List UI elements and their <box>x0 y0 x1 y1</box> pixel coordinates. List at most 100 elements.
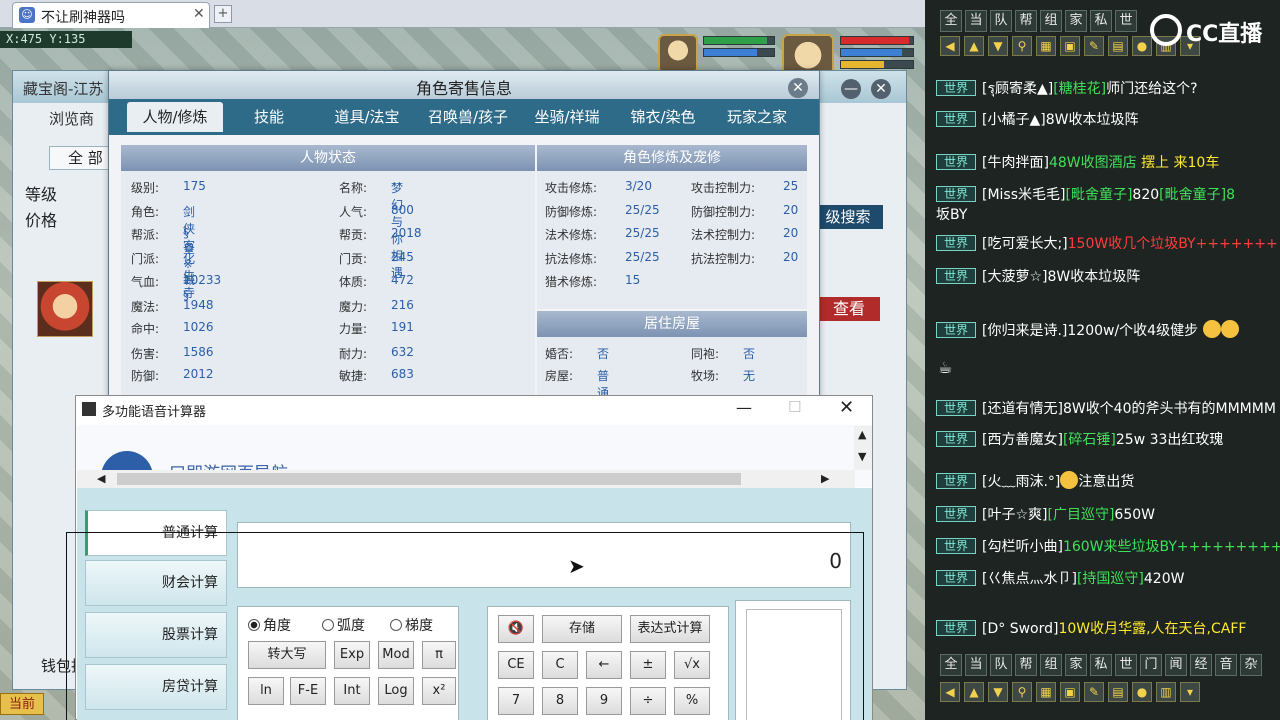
tab-outfits[interactable]: 锦衣/染色 <box>615 102 711 132</box>
chat-toolbar-bottom: ◀ ▲ ▼ ⚲ ▦ ▣ ✎ ▤ ● ▥ ▾ <box>940 682 1240 704</box>
minimize-button[interactable]: — <box>736 398 752 417</box>
chat-message: 世界[勾栏听小曲]160W来些垃圾BY++++++++++++ <box>936 536 1280 556</box>
scroll-thumb[interactable] <box>117 473 741 485</box>
character-avatar[interactable] <box>37 281 93 337</box>
channel-tab-family[interactable]: 家 <box>1065 10 1087 32</box>
chat-message: 世界 [巜焦点灬水卩][持国巡守]420W <box>936 568 1280 588</box>
stat-row: 伤害: 1586 <box>131 345 214 361</box>
channel-tab-exp[interactable]: 经 <box>1190 654 1212 676</box>
channel-tab-group[interactable]: 组 <box>1040 10 1062 32</box>
channel-tab-news[interactable]: 闻 <box>1165 654 1187 676</box>
scroll-left-icon[interactable]: ◀ <box>97 472 105 485</box>
grid-icon[interactable]: ▦ <box>1036 36 1056 56</box>
chat-message: 世界 [Miss米毛毛][毗舍童子]820[毗舍童子]8 <box>936 184 1280 204</box>
channel-tab-private[interactable]: 私 <box>1090 10 1112 32</box>
arrow-down-icon[interactable]: ▼ <box>988 36 1008 56</box>
folder-icon[interactable]: ▤ <box>1108 682 1128 702</box>
tab-items[interactable]: 道具/法宝 <box>321 102 413 132</box>
house-panel <box>537 337 807 401</box>
channel-tab-all[interactable]: 全 <box>940 10 962 32</box>
stat-row: 名称: 梦幻与你相遇 <box>339 181 404 280</box>
tab-mounts[interactable]: 坐骑/祥瑞 <box>519 102 615 132</box>
status-panel-header: 人物状态 <box>121 145 535 171</box>
tab-title: 不让刷神器吗 <box>41 10 125 26</box>
browser-tab[interactable]: ☺ 不让刷神器吗 ✕ <box>12 2 210 28</box>
horizontal-scrollbar[interactable]: ◀ ▶ <box>77 470 855 488</box>
cc-logo-icon <box>1150 14 1182 46</box>
house-row: 同袍: 否 <box>691 347 756 361</box>
channel-tab-group[interactable]: 组 <box>1040 654 1062 676</box>
channel-tab-world[interactable]: 世 <box>1115 654 1137 676</box>
maximize-button[interactable]: ☐ <box>788 398 801 416</box>
search-icon[interactable]: ⚲ <box>1012 682 1032 702</box>
view-button[interactable]: 查看 <box>818 297 880 321</box>
all-filter-button[interactable]: 全 部 <box>49 146 117 170</box>
cultivation-row: 法术修炼: 25/25 <box>545 226 660 242</box>
bubble-icon[interactable]: ● <box>1132 682 1152 702</box>
channel-tab-family[interactable]: 家 <box>1065 654 1087 676</box>
tab-close-icon[interactable]: ✕ <box>193 6 205 22</box>
scroll-up-icon[interactable]: ▲ <box>858 428 866 441</box>
chat-message: 坂BY <box>936 207 968 223</box>
advanced-search-button[interactable]: 级搜索 <box>813 205 883 229</box>
card-icon[interactable]: ▥ <box>1156 682 1176 702</box>
stat-row: 门贡: 245 <box>339 250 414 266</box>
close-circle-icon[interactable]: ✕ <box>871 79 891 99</box>
channel-tab-world[interactable]: 世 <box>1115 10 1137 32</box>
pet-mp-bar <box>703 48 775 57</box>
channel-tab-guild[interactable]: 帮 <box>1015 10 1037 32</box>
level-label: 等级 <box>25 185 58 204</box>
channel-tab-sound[interactable]: 音 <box>1215 654 1237 676</box>
bubble-icon[interactable]: ● <box>1132 36 1152 56</box>
calculator-title-bar[interactable]: 多功能语音计算器 — ☐ ✕ <box>76 396 872 424</box>
stat-row: 防御: 2012 <box>131 367 214 383</box>
arrow-up-icon[interactable]: ▲ <box>964 36 984 56</box>
arrow-left-icon[interactable]: ◀ <box>940 682 960 702</box>
tab-skills[interactable]: 技能 <box>233 102 305 132</box>
stat-row: 门派: 化生寺 <box>131 252 196 300</box>
tab-summons[interactable]: 召唤兽/孩子 <box>415 102 521 132</box>
channel-tab-current[interactable]: 当 <box>965 654 987 676</box>
dropdown-icon[interactable]: ▾ <box>1180 682 1200 702</box>
arrow-up-icon[interactable]: ▲ <box>964 682 984 702</box>
current-channel-badge[interactable]: 当前 <box>0 693 44 715</box>
stat-row: 帮派: §皇※城§ <box>131 226 196 302</box>
grid-icon[interactable]: ▦ <box>1036 682 1056 702</box>
control-row: 法术控制力: 20 <box>691 226 799 242</box>
lock-icon[interactable]: ▣ <box>1060 682 1080 702</box>
pet-portrait-icon[interactable] <box>658 34 698 74</box>
channel-tab-all[interactable]: 全 <box>940 654 962 676</box>
cultivation-row: 攻击修炼: 3/20 <box>545 179 652 195</box>
search-icon[interactable]: ⚲ <box>1012 36 1032 56</box>
chat-message: 世界 [D° Sword]10W收月华露,人在天台,CAFF <box>936 618 1280 638</box>
folder-icon[interactable]: ▤ <box>1108 36 1128 56</box>
vertical-scrollbar[interactable]: ▲ ▼ <box>854 426 872 470</box>
brush-icon[interactable]: ✎ <box>1084 36 1104 56</box>
tab-character[interactable]: 人物/修炼 <box>127 102 223 132</box>
new-tab-button[interactable]: + <box>214 5 232 23</box>
channel-tab-guild[interactable]: 帮 <box>1015 654 1037 676</box>
channel-tab-team[interactable]: 队 <box>990 10 1012 32</box>
brush-icon[interactable]: ✎ <box>1084 682 1104 702</box>
arrow-down-icon[interactable]: ▼ <box>988 682 1008 702</box>
mouse-cursor-icon: ➤ <box>568 554 585 578</box>
stat-row: 魔力: 216 <box>339 298 414 314</box>
channel-tab-current[interactable]: 当 <box>965 10 987 32</box>
player-sp-bar <box>840 60 914 69</box>
lock-icon[interactable]: ▣ <box>1060 36 1080 56</box>
stat-row: 体质: 472 <box>339 273 414 289</box>
scroll-down-icon[interactable]: ▼ <box>858 450 866 463</box>
minimize-circle-icon[interactable]: — <box>841 79 861 99</box>
scroll-right-icon[interactable]: ▶ <box>821 472 829 485</box>
arrow-left-icon[interactable]: ◀ <box>940 36 960 56</box>
channel-tab-school[interactable]: 门 <box>1140 654 1162 676</box>
cc-live-logo: CC直播 <box>1150 14 1270 47</box>
house-panel-header: 居住房屋 <box>537 311 807 337</box>
channel-tab-private[interactable]: 私 <box>1090 654 1112 676</box>
tab-home[interactable]: 玩家之家 <box>709 102 805 132</box>
role-dialog-title: 角色寄售信息 <box>415 79 512 98</box>
channel-tab-misc[interactable]: 杂 <box>1240 654 1262 676</box>
channel-tab-team[interactable]: 队 <box>990 654 1012 676</box>
role-close-icon[interactable]: ✕ <box>788 78 808 98</box>
close-button[interactable]: ✕ <box>839 397 854 418</box>
